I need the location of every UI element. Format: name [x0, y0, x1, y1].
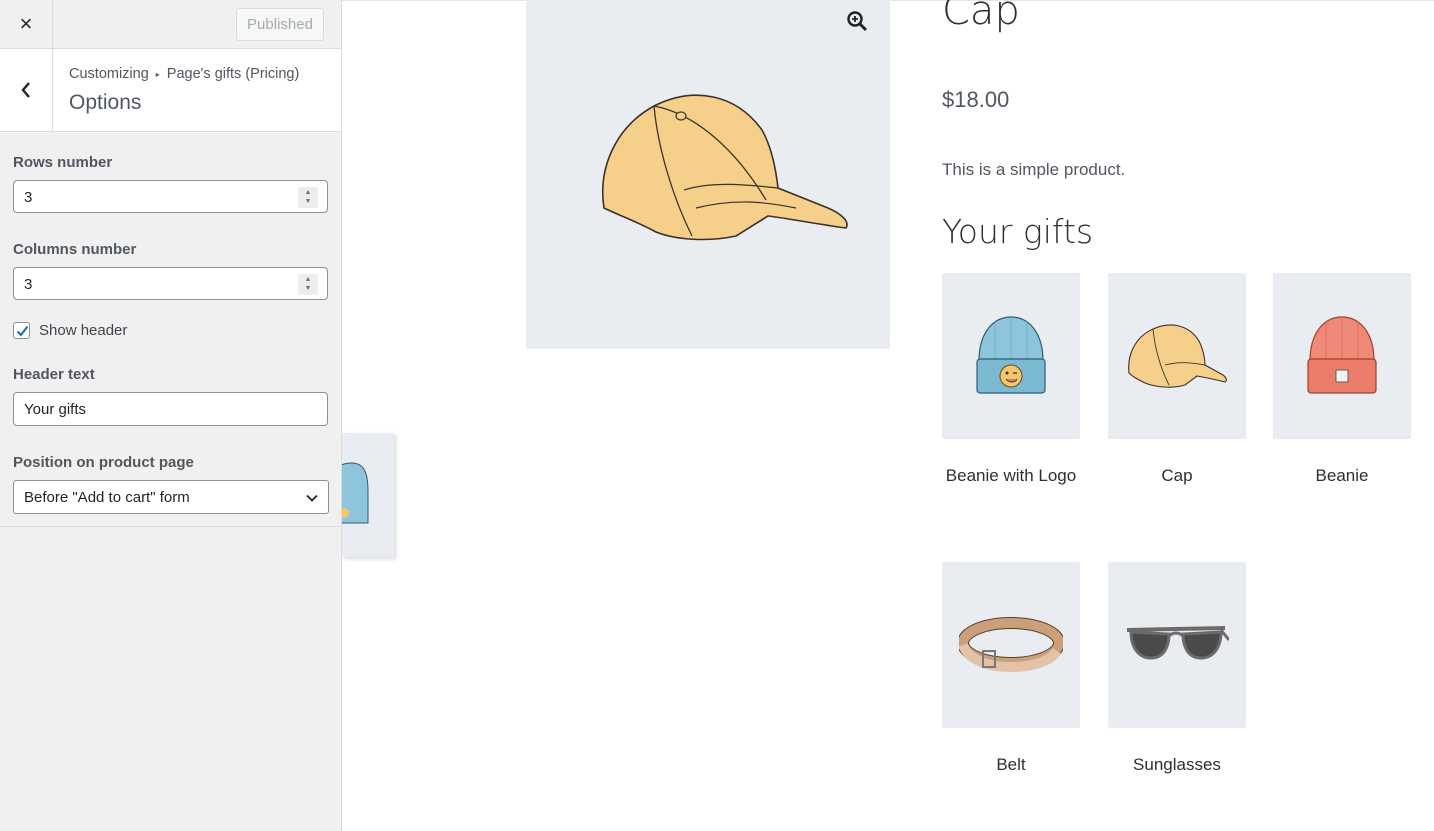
show-header-checkbox[interactable] — [13, 322, 30, 339]
beanie-icon — [1307, 316, 1377, 394]
breadcrumb: Customizing ▸ Page's gifts (Pricing) — [69, 66, 299, 82]
publish-button[interactable]: Published — [236, 8, 324, 41]
columns-number-stepper[interactable]: ▲ ▼ — [298, 274, 318, 295]
beanie-icon — [342, 462, 369, 524]
gift-name[interactable]: Beanie with Logo — [942, 466, 1080, 486]
gift-thumbnail[interactable] — [942, 273, 1080, 439]
sunglasses-icon — [1126, 626, 1229, 660]
close-icon: × — [19, 11, 33, 36]
customizer-sidebar: × Published Customizing ▸ Page's gifts (… — [0, 0, 342, 831]
gift-name[interactable]: Belt — [942, 755, 1080, 775]
section-header: Customizing ▸ Page's gifts (Pricing) Opt… — [0, 49, 341, 132]
site-preview: Cap $18.00 This is a simple product. You… — [342, 0, 1434, 831]
belt-icon — [959, 617, 1063, 673]
gift-name[interactable]: Sunglasses — [1108, 755, 1246, 775]
customizer-header: × Published — [0, 0, 341, 49]
show-header-label: Show header — [39, 322, 128, 339]
gift-name[interactable]: Cap — [1108, 466, 1246, 486]
show-header-row: Show header — [13, 322, 328, 339]
stepper-down-icon[interactable]: ▼ — [305, 198, 312, 206]
columns-number-label: Columns number — [13, 241, 137, 258]
columns-number-input[interactable]: 3 ▲ ▼ — [13, 267, 328, 300]
product-main-image[interactable] — [526, 0, 890, 349]
breadcrumb-root: Customizing — [69, 66, 149, 82]
rows-number-input[interactable]: 3 ▲ ▼ — [13, 180, 328, 213]
section-title: Options — [69, 91, 142, 114]
breadcrumb-separator-icon: ▸ — [155, 69, 160, 79]
gift-item[interactable]: Beanie with Logo — [942, 273, 1080, 486]
breadcrumb-parent: Page's gifts (Pricing) — [166, 66, 300, 82]
rows-number-label: Rows number — [13, 154, 113, 171]
beanie-with-logo-icon — [976, 316, 1046, 394]
gift-item[interactable]: Cap — [1108, 273, 1246, 486]
gift-item[interactable]: Belt — [942, 562, 1080, 775]
position-select[interactable]: Before "Add to cart" form — [13, 480, 329, 514]
chevron-down-icon — [306, 494, 318, 502]
stepper-down-icon[interactable]: ▼ — [305, 285, 312, 293]
gift-item[interactable]: Sunglasses — [1108, 562, 1246, 775]
gift-thumbnail[interactable] — [942, 562, 1080, 728]
dragged-gift-card[interactable] — [342, 433, 394, 557]
gift-name[interactable]: Beanie — [1273, 466, 1411, 486]
gift-item[interactable]: Beanie — [1273, 273, 1411, 486]
gift-thumbnail[interactable] — [1108, 562, 1246, 728]
product-price: $18.00 — [942, 87, 1010, 112]
product-description: This is a simple product. — [942, 160, 1126, 179]
options-controls: Rows number 3 ▲ ▼ Columns number 3 ▲ ▼ S… — [0, 132, 341, 527]
position-selected-value: Before "Add to cart" form — [24, 489, 190, 506]
rows-number-value: 3 — [24, 189, 33, 206]
stepper-up-icon[interactable]: ▲ — [305, 189, 312, 197]
zoom-icon[interactable] — [846, 10, 868, 32]
position-label: Position on product page — [13, 454, 194, 471]
product-title: Cap — [942, 0, 1020, 34]
gift-thumbnail[interactable] — [1273, 273, 1411, 439]
close-customizer-button[interactable]: × — [0, 0, 53, 48]
header-text-label: Header text — [13, 366, 95, 383]
back-button[interactable] — [0, 49, 53, 131]
gifts-title: Your gifts — [942, 212, 1094, 251]
columns-number-value: 3 — [24, 276, 33, 293]
checkmark-icon — [16, 325, 29, 337]
stepper-up-icon[interactable]: ▲ — [305, 276, 312, 284]
header-text-input[interactable]: Your gifts — [13, 392, 328, 426]
cap-image — [602, 94, 848, 241]
gift-thumbnail[interactable] — [1108, 273, 1246, 439]
cap-icon — [1128, 324, 1227, 388]
rows-number-stepper[interactable]: ▲ ▼ — [298, 187, 318, 208]
chevron-left-icon — [21, 82, 30, 98]
